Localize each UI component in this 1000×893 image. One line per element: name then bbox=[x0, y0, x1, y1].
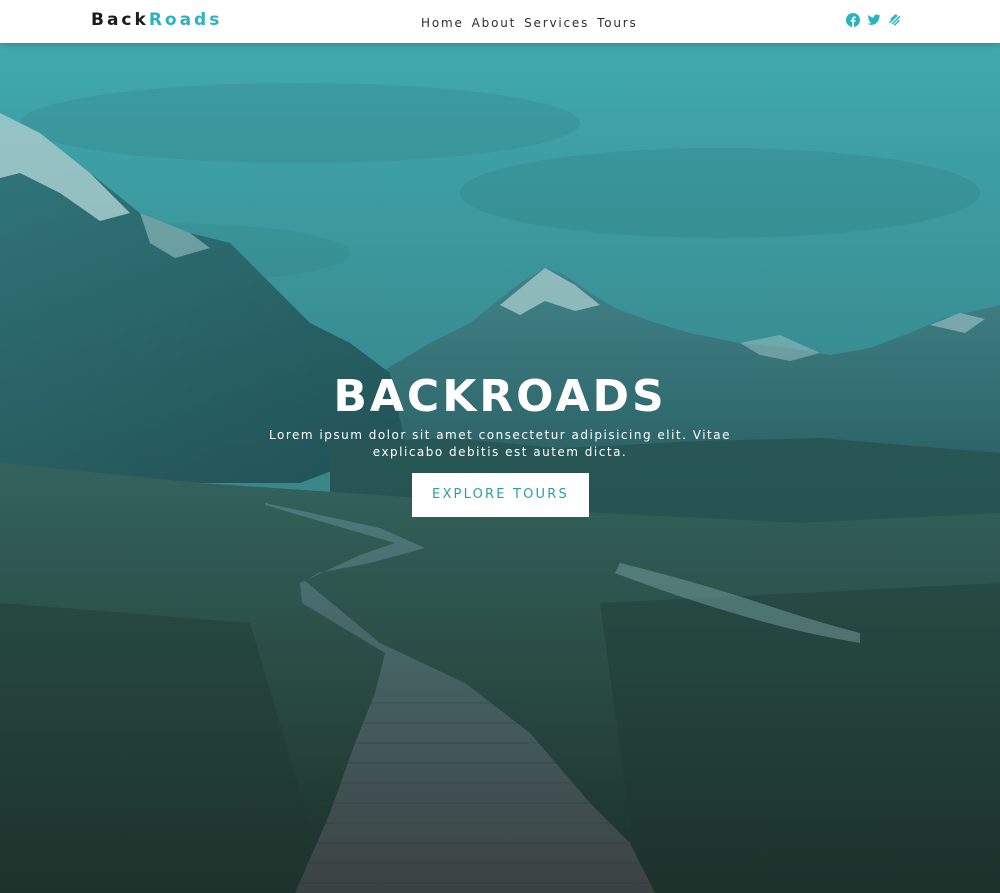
nav-item: Home bbox=[421, 12, 464, 32]
brand-logo-part2: Roads bbox=[148, 10, 223, 30]
navbar: BackRoads Home About Services Tours bbox=[0, 0, 1000, 43]
hero-overlay bbox=[0, 43, 1000, 893]
hero-title: BACKROADS bbox=[333, 371, 667, 422]
brand-logo-part1: Back bbox=[91, 10, 149, 30]
nav-link-home[interactable]: Home bbox=[421, 16, 464, 30]
brand-logo[interactable]: BackRoads bbox=[91, 9, 222, 31]
social-icons bbox=[846, 13, 902, 27]
nav-link-tours[interactable]: Tours bbox=[597, 16, 637, 30]
hero-section: BACKROADS Lorem ipsum dolor sit amet con… bbox=[0, 43, 1000, 893]
twitter-icon[interactable] bbox=[867, 13, 881, 27]
nav-item: Tours bbox=[597, 12, 637, 32]
nav-links: Home About Services Tours bbox=[421, 12, 638, 32]
explore-tours-button[interactable]: EXPLORE TOURS bbox=[412, 473, 589, 517]
nav-link-services[interactable]: Services bbox=[524, 16, 589, 30]
nav-item: Services bbox=[524, 12, 589, 32]
hero-description: Lorem ipsum dolor sit amet consectetur a… bbox=[269, 428, 731, 459]
nav-item: About bbox=[472, 12, 516, 32]
facebook-icon[interactable] bbox=[846, 13, 860, 27]
squarespace-icon[interactable] bbox=[888, 13, 902, 27]
nav-link-about[interactable]: About bbox=[472, 16, 516, 30]
